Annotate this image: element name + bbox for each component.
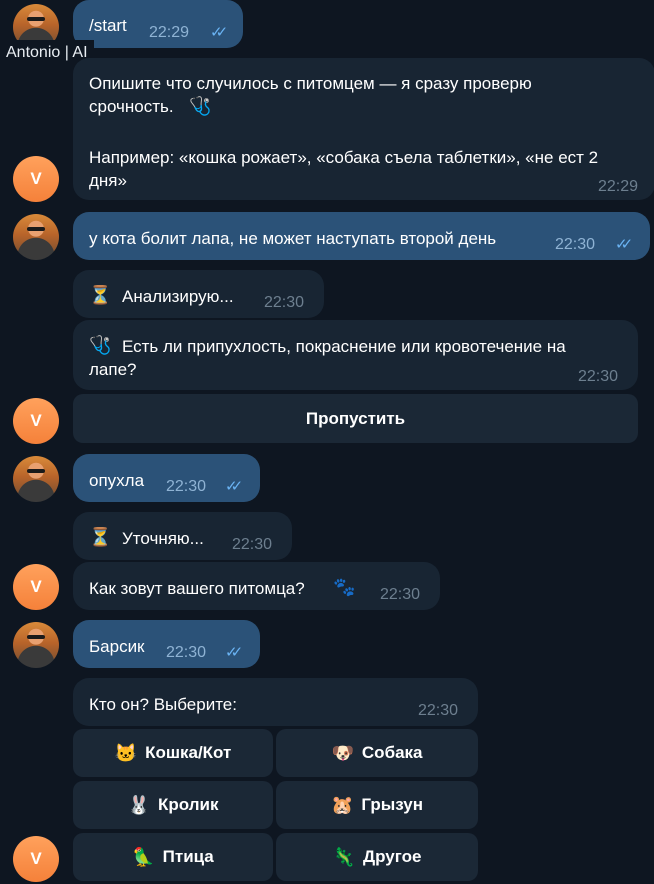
message-time: 22:30	[166, 644, 207, 661]
user-avatar[interactable]	[13, 456, 59, 502]
bot-avatar[interactable]: V	[13, 398, 59, 444]
choice-cat-button[interactable]: 🐱 Кошка/Кот	[73, 729, 273, 777]
read-ticks-icon: ✓✓	[615, 236, 633, 253]
choice-label: Грызун	[361, 795, 424, 814]
avatar-glasses	[27, 469, 45, 473]
paw-prints-icon: 🐾	[333, 577, 356, 597]
parrot-icon: 🦜	[132, 846, 155, 867]
choice-other-button[interactable]: 🦎 Другое	[276, 833, 478, 881]
choice-bird-button[interactable]: 🦜 Птица	[73, 833, 273, 881]
choice-dog-button[interactable]: 🐶 Собака	[276, 729, 478, 777]
bot-avatar[interactable]: V	[13, 564, 59, 610]
message-text: Уточняю...	[122, 529, 204, 548]
read-ticks-icon: ✓✓	[225, 478, 243, 495]
stethoscope-icon: 🩺	[189, 96, 212, 116]
message-paw[interactable]: у кота болит лапа, не может наступать вт…	[73, 212, 650, 260]
message-text: Барсик	[89, 637, 145, 656]
message-clarifying[interactable]: ⏳ Уточняю... 22:30	[73, 512, 292, 560]
message-barsik[interactable]: Барсик 22:30 ✓✓	[73, 620, 260, 668]
message-who[interactable]: Кто он? Выберите: 22:30	[73, 678, 478, 726]
choice-label: Другое	[363, 847, 422, 866]
message-time: 22:30	[418, 702, 459, 719]
message-time: 22:30	[578, 368, 619, 385]
message-time: 22:30	[380, 586, 421, 603]
read-ticks-icon: ✓✓	[225, 644, 243, 661]
user-avatar[interactable]	[13, 214, 59, 260]
message-time: 22:29	[149, 24, 190, 41]
choice-rodent-button[interactable]: 🐹 Грызун	[276, 781, 478, 829]
stethoscope-icon: 🩺	[89, 335, 112, 355]
message-pet-name[interactable]: Как зовут вашего питомца? 🐾 22:30	[73, 562, 440, 610]
message-time: 22:30	[555, 236, 596, 253]
message-analyzing[interactable]: ⏳ Анализирую... 22:30	[73, 270, 324, 318]
choice-label: Кошка/Кот	[145, 743, 232, 762]
message-text: /start	[89, 16, 127, 35]
rabbit-icon: 🐰	[127, 794, 150, 815]
message-text: Как зовут вашего питомца?	[89, 579, 305, 598]
choice-label: Собака	[361, 743, 423, 762]
skip-button[interactable]: Пропустить	[73, 394, 638, 443]
user-avatar[interactable]	[13, 622, 59, 668]
avatar-glasses	[27, 17, 45, 21]
choice-rabbit-button[interactable]: 🐰 Кролик	[73, 781, 273, 829]
message-text-line: Опишите что случилось с питомцем — я сра…	[89, 74, 532, 93]
message-intro[interactable]: Опишите что случилось с питомцем — я сра…	[73, 58, 654, 200]
hourglass-icon: ⏳	[89, 527, 112, 547]
choice-label: Кролик	[157, 795, 219, 814]
message-swollen[interactable]: опухла 22:30 ✓✓	[73, 454, 260, 502]
dog-icon: 🐶	[331, 742, 354, 763]
message-text-line: дня»	[89, 171, 127, 190]
message-text-line: Есть ли припухлость, покраснение или кро…	[122, 337, 566, 356]
cat-icon: 🐱	[114, 742, 138, 763]
message-question[interactable]: 🩺 Есть ли припухлость, покраснение или к…	[73, 320, 638, 390]
lizard-icon: 🦎	[332, 846, 355, 867]
message-text-line: лапе?	[89, 360, 137, 379]
message-text-line: Например: «кошка рожает», «собака съела …	[89, 148, 599, 167]
message-start[interactable]: /start 22:29 ✓✓	[73, 0, 243, 48]
hamster-icon: 🐹	[330, 794, 354, 815]
hourglass-icon: ⏳	[89, 285, 112, 305]
message-text: Анализирую...	[122, 287, 234, 306]
message-time: 22:30	[264, 294, 305, 311]
bot-avatar[interactable]: V	[13, 836, 59, 882]
message-text: опухла	[89, 471, 145, 490]
message-time: 22:30	[166, 478, 207, 495]
message-text: Кто он? Выберите:	[89, 695, 237, 714]
message-text: у кота болит лапа, не может наступать вт…	[89, 229, 497, 248]
avatar-glasses	[27, 227, 45, 231]
avatar-glasses	[27, 635, 45, 639]
choice-label: Птица	[162, 847, 214, 866]
read-ticks-icon: ✓✓	[210, 24, 228, 41]
message-text-line: срочность.	[89, 97, 174, 116]
message-time: 22:30	[232, 536, 273, 553]
message-time: 22:29	[598, 178, 639, 195]
bot-avatar[interactable]: V	[13, 156, 59, 202]
